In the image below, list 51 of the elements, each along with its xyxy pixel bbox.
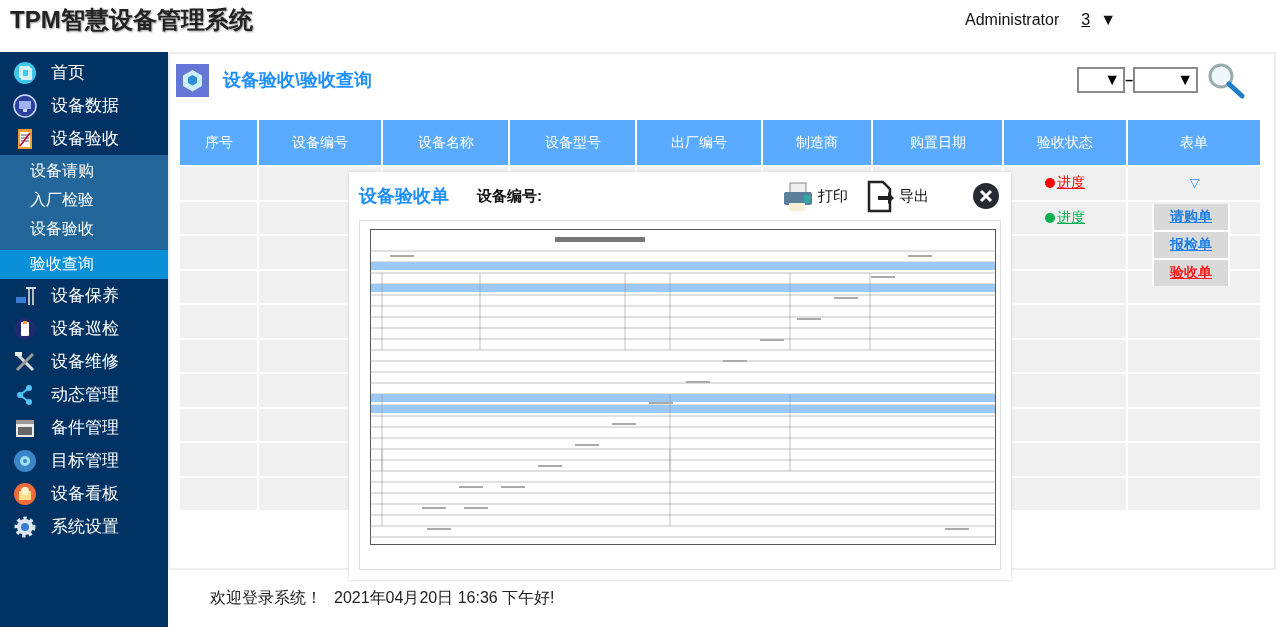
column-header: 购置日期 [873,120,1002,165]
print-button[interactable]: 打印 [782,180,848,212]
nav-icon [13,349,37,374]
nav-subitem[interactable]: 设备请购 [0,157,168,186]
nav-item[interactable]: 首页 [0,56,168,89]
export-file-icon [866,179,895,213]
nav-icon [13,316,37,341]
nav-item[interactable]: 设备验收 [0,122,168,155]
close-icon[interactable] [973,183,999,209]
nav-icon [13,514,37,539]
column-header: 设备名称 [383,120,508,165]
printer-icon [782,180,814,212]
nav-item[interactable]: 动态管理 [0,378,168,411]
nav-item[interactable]: 备件管理 [0,411,168,444]
progress-link[interactable]: 进度 [1057,174,1085,193]
column-header: 序号 [180,120,257,165]
column-header: 出厂编号 [637,120,761,165]
column-header: 设备型号 [510,120,635,165]
breadcrumb-title: 设备验收\验收查询 [223,69,372,92]
export-button[interactable]: 导出 [866,179,929,213]
column-header: 表单 [1128,120,1260,165]
app-title: TPM智慧设备管理系统 [10,5,253,35]
cube-icon [176,63,209,97]
field-label: 设备编号: [477,186,542,206]
end-select[interactable]: ▼ [1133,67,1198,93]
range-dash: – [1125,72,1133,88]
search-icon[interactable] [1206,61,1246,99]
nav-icon [13,481,37,506]
nav-icon [13,448,37,473]
nav-subitem[interactable]: 设备验收 [0,215,168,244]
user-name: Administrator [965,11,1060,29]
dropdown-caret[interactable]: ▼ [1100,11,1116,29]
nav-item[interactable]: 系统设置 [0,510,168,543]
nav-item[interactable]: 设备维修 [0,345,168,378]
nav-subitem[interactable]: 入厂检验 [0,186,168,215]
count-link[interactable]: 3 [1081,11,1091,29]
dialog-title: 设备验收单 [359,185,449,208]
nav-item[interactable]: 设备巡检 [0,312,168,345]
column-header: 设备编号 [259,120,381,165]
nav-icon [13,93,37,118]
nav-item[interactable]: 设备数据 [0,89,168,122]
column-header: 制造商 [763,120,871,165]
nav-icon [13,60,37,85]
nav-subitem[interactable]: 验收查询 [0,250,168,279]
nav-item[interactable]: 设备看板 [0,477,168,510]
nav-item[interactable]: 设备保养 [0,279,168,312]
column-header: 验收状态 [1004,120,1126,165]
datetime-text: 2021年04月20日 16:36 下午好! [334,587,555,608]
nav-item[interactable]: 目标管理 [0,444,168,477]
start-select[interactable]: ▼ [1077,67,1126,93]
welcome-text: 欢迎登录系统！ [210,587,322,608]
